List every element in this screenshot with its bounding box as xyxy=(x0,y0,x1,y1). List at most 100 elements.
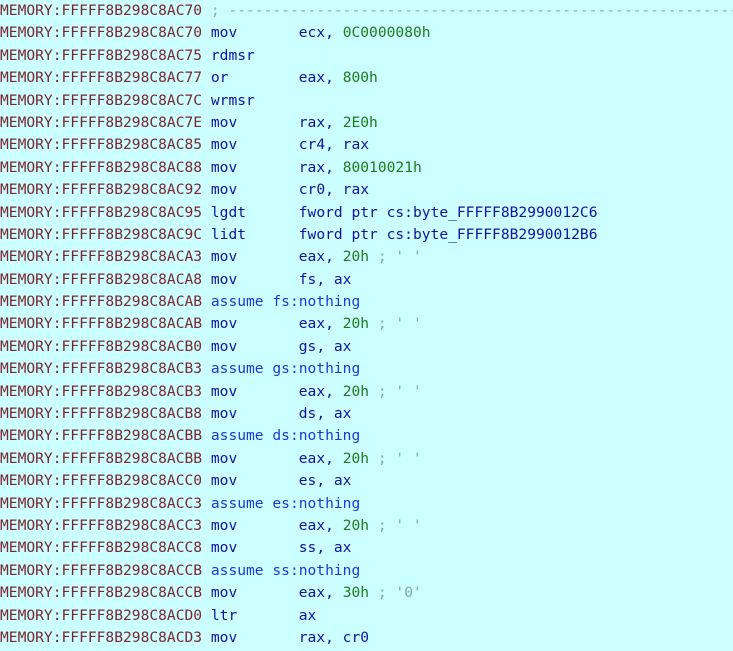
line-mnemonic: mov xyxy=(210,337,299,355)
line-operand-value[interactable]: 80010021h xyxy=(343,159,422,176)
line-operand[interactable]: ax xyxy=(299,607,317,624)
disassembly-line[interactable]: MEMORY:FFFFF8B298C8ACB0 mov gs, ax xyxy=(0,336,733,358)
line-operand-value[interactable]: 20h xyxy=(343,517,369,534)
disassembly-line[interactable]: MEMORY:FFFFF8B298C8ACB3 mov eax, 20h ; '… xyxy=(0,381,733,403)
line-address: MEMORY:FFFFF8B298C8ACB3 xyxy=(0,360,211,378)
line-address: MEMORY:FFFFF8B298C8ACCB xyxy=(0,584,211,602)
line-address: MEMORY:FFFFF8B298C8AC77 xyxy=(0,69,211,87)
line-comment: ; ' ' xyxy=(369,382,422,400)
line-mnemonic: rdmsr xyxy=(210,46,299,64)
line-address: MEMORY:FFFFF8B298C8AC75 xyxy=(0,46,211,64)
assume-directive: assume ss:nothing xyxy=(210,561,361,579)
line-operand[interactable]: cr4, rax xyxy=(299,136,369,153)
disassembly-line[interactable]: MEMORY:FFFFF8B298C8AC95 lgdt fword ptr c… xyxy=(0,202,733,224)
line-operand-value[interactable]: 30h xyxy=(343,584,369,601)
disassembly-view[interactable]: MEMORY:FFFFF8B298C8AC70 ; --------------… xyxy=(0,0,733,651)
disassembly-line[interactable]: MEMORY:FFFFF8B298C8AC9C lidt fword ptr c… xyxy=(0,224,733,246)
disassembly-line[interactable]: MEMORY:FFFFF8B298C8ACC0 mov es, ax xyxy=(0,470,733,492)
line-mnemonic: mov xyxy=(210,382,299,400)
disassembly-line[interactable]: MEMORY:FFFFF8B298C8AC7E mov rax, 2E0h xyxy=(0,112,733,134)
line-operand-value[interactable]: 20h xyxy=(343,383,369,400)
line-operand-value[interactable]: 800h xyxy=(343,69,378,86)
disassembly-line[interactable]: MEMORY:FFFFF8B298C8AC85 mov cr4, rax xyxy=(0,134,733,156)
line-operand-value[interactable]: 20h xyxy=(343,450,369,467)
line-operand[interactable]: gs, ax xyxy=(299,338,352,355)
disassembly-line[interactable]: MEMORY:FFFFF8B298C8ACAB assume fs:nothin… xyxy=(0,291,733,313)
line-mnemonic: mov xyxy=(210,516,299,534)
disassembly-line[interactable]: MEMORY:FFFFF8B298C8ACC8 mov ss, ax xyxy=(0,537,733,559)
line-mnemonic: mov xyxy=(210,628,299,646)
disassembly-line[interactable]: MEMORY:FFFFF8B298C8AC70 ; --------------… xyxy=(0,0,733,22)
line-address: MEMORY:FFFFF8B298C8ACA3 xyxy=(0,248,211,266)
line-address: MEMORY:FFFFF8B298C8AC70 xyxy=(0,2,211,19)
disassembly-line[interactable]: MEMORY:FFFFF8B298C8ACD3 mov rax, cr0 xyxy=(0,627,733,649)
line-operand[interactable]: ecx, xyxy=(299,24,343,41)
line-mnemonic: mov xyxy=(210,113,299,131)
line-operand[interactable]: ss, ax xyxy=(299,539,352,556)
line-address: MEMORY:FFFFF8B298C8AC92 xyxy=(0,181,211,199)
line-address: MEMORY:FFFFF8B298C8ACC3 xyxy=(0,516,211,534)
line-address: MEMORY:FFFFF8B298C8ACD0 xyxy=(0,606,211,624)
line-operand[interactable]: rax, cr0 xyxy=(299,629,369,646)
line-operand-value[interactable]: 20h xyxy=(343,315,369,332)
disassembly-line[interactable]: MEMORY:FFFFF8B298C8ACB8 mov ds, ax xyxy=(0,403,733,425)
line-operand[interactable]: eax, xyxy=(299,584,343,601)
line-address: MEMORY:FFFFF8B298C8ACCB xyxy=(0,561,211,579)
line-mnemonic: or xyxy=(210,69,299,87)
disassembly-line[interactable]: MEMORY:FFFFF8B298C8ACD0 ltr ax xyxy=(0,605,733,627)
line-comment: ; ' ' xyxy=(369,449,422,467)
line-address: MEMORY:FFFFF8B298C8ACBB xyxy=(0,427,211,445)
line-operand[interactable]: ds, ax xyxy=(299,405,352,422)
line-address: MEMORY:FFFFF8B298C8AC7C xyxy=(0,91,211,109)
disassembly-line[interactable]: MEMORY:FFFFF8B298C8AC70 mov ecx, 0C00000… xyxy=(0,22,733,44)
disassembly-line[interactable]: MEMORY:FFFFF8B298C8ACBB mov eax, 20h ; '… xyxy=(0,448,733,470)
line-mnemonic: mov xyxy=(210,181,299,199)
line-mnemonic: mov xyxy=(210,136,299,154)
line-operand[interactable]: es, ax xyxy=(299,472,352,489)
disassembly-line[interactable]: MEMORY:FFFFF8B298C8AC92 mov cr0, rax xyxy=(0,179,733,201)
line-operand[interactable]: rax, xyxy=(299,114,343,131)
line-operand[interactable]: fword ptr cs:byte_FFFFF8B2990012B6 xyxy=(299,226,598,243)
line-mnemonic: mov xyxy=(210,449,299,467)
line-address: MEMORY:FFFFF8B298C8AC70 xyxy=(0,24,211,42)
assume-directive: assume gs:nothing xyxy=(210,360,361,378)
line-operand[interactable]: eax, xyxy=(299,450,343,467)
line-address: MEMORY:FFFFF8B298C8ACAB xyxy=(0,293,211,311)
disassembly-line[interactable]: MEMORY:FFFFF8B298C8ACB3 assume gs:nothin… xyxy=(0,358,733,380)
line-operand[interactable]: eax, xyxy=(299,383,343,400)
disassembly-line[interactable]: MEMORY:FFFFF8B298C8ACBB assume ds:nothin… xyxy=(0,425,733,447)
disassembly-line[interactable]: MEMORY:FFFFF8B298C8ACAB mov eax, 20h ; '… xyxy=(0,313,733,335)
disassembly-line[interactable]: MEMORY:FFFFF8B298C8AC88 mov rax, 8001002… xyxy=(0,157,733,179)
disassembly-line[interactable]: MEMORY:FFFFF8B298C8ACA8 mov fs, ax xyxy=(0,269,733,291)
line-operand-value[interactable]: 20h xyxy=(343,248,369,265)
line-address: MEMORY:FFFFF8B298C8ACC3 xyxy=(0,494,211,512)
disassembly-line[interactable]: MEMORY:FFFFF8B298C8ACC3 mov eax, 20h ; '… xyxy=(0,515,733,537)
line-address: MEMORY:FFFFF8B298C8ACB8 xyxy=(0,405,211,423)
assume-directive: assume fs:nothing xyxy=(210,293,361,311)
disassembly-line[interactable]: MEMORY:FFFFF8B298C8ACCB mov eax, 30h ; '… xyxy=(0,582,733,604)
line-mnemonic: lidt xyxy=(210,225,299,243)
line-address: MEMORY:FFFFF8B298C8ACB3 xyxy=(0,382,211,400)
disassembly-line[interactable]: MEMORY:FFFFF8B298C8ACC3 assume es:nothin… xyxy=(0,493,733,515)
line-operand[interactable]: eax, xyxy=(299,69,343,86)
line-operand[interactable]: cr0, rax xyxy=(299,181,369,198)
line-address: MEMORY:FFFFF8B298C8AC85 xyxy=(0,136,211,154)
disassembly-line[interactable]: MEMORY:FFFFF8B298C8AC77 or eax, 800h xyxy=(0,67,733,89)
line-operand[interactable]: fs, ax xyxy=(299,271,352,288)
line-operand-value[interactable]: 0C0000080h xyxy=(343,24,431,41)
line-address: MEMORY:FFFFF8B298C8AC95 xyxy=(0,203,211,221)
line-comment: ; ' ' xyxy=(369,248,422,266)
line-address: MEMORY:FFFFF8B298C8ACD3 xyxy=(0,628,211,646)
line-operand[interactable]: eax, xyxy=(299,248,343,265)
line-operand[interactable]: eax, xyxy=(299,315,343,332)
disassembly-line[interactable]: MEMORY:FFFFF8B298C8AC75 rdmsr xyxy=(0,45,733,67)
line-mnemonic: mov xyxy=(210,405,299,423)
line-operand[interactable]: eax, xyxy=(299,517,343,534)
disassembly-line[interactable]: MEMORY:FFFFF8B298C8ACCB assume ss:nothin… xyxy=(0,560,733,582)
disassembly-line[interactable]: MEMORY:FFFFF8B298C8AC7C wrmsr xyxy=(0,90,733,112)
disassembly-line[interactable]: MEMORY:FFFFF8B298C8ACA3 mov eax, 20h ; '… xyxy=(0,246,733,268)
line-operand-value[interactable]: 2E0h xyxy=(343,114,378,131)
line-operand[interactable]: rax, xyxy=(299,159,343,176)
line-mnemonic: mov xyxy=(210,315,299,333)
line-operand[interactable]: fword ptr cs:byte_FFFFF8B2990012C6 xyxy=(299,204,598,221)
